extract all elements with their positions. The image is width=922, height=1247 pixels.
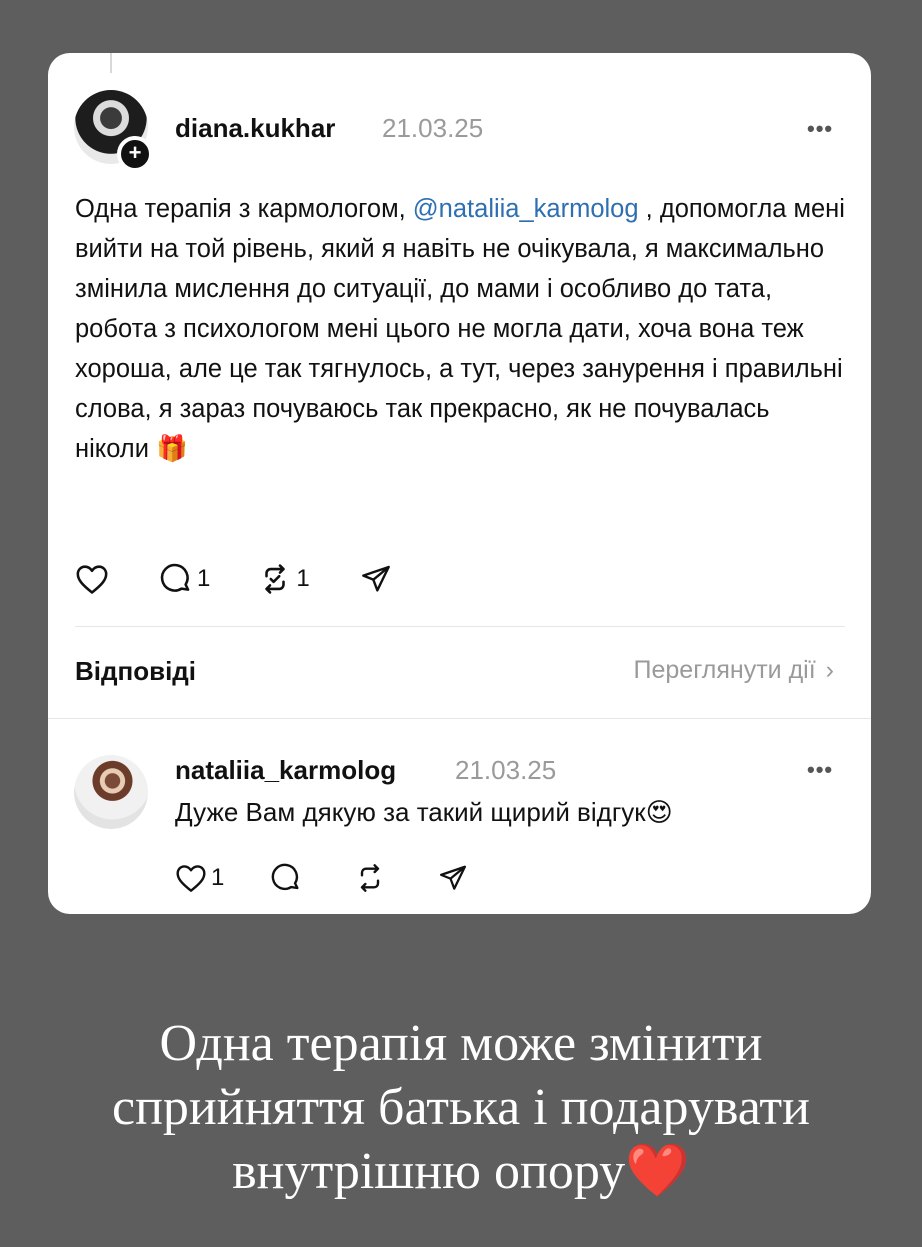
- post-body: Одна терапія з кармологом, @nataliia_kar…: [75, 189, 845, 469]
- divider: [75, 626, 845, 627]
- caption-line-1: Одна терапія може змінити: [159, 1015, 763, 1072]
- like-button[interactable]: [75, 563, 109, 595]
- view-activity-link[interactable]: Переглянути дії ›: [634, 656, 834, 685]
- heart-icon: [76, 565, 108, 594]
- reply-author-avatar[interactable]: [74, 755, 148, 829]
- caption-line-3: внутрішню опору❤️: [232, 1143, 690, 1200]
- repost-icon: [361, 864, 380, 892]
- post-text-intro: Одна терапія з кармологом,: [75, 195, 413, 223]
- heart-icon: [176, 865, 206, 892]
- story-caption: Одна терапія може змінити сприйняття бат…: [0, 1012, 922, 1204]
- reply-author-username[interactable]: nataliia_karmolog: [175, 755, 396, 786]
- comment-icon: [272, 863, 299, 891]
- mention-link[interactable]: @nataliia_karmolog: [413, 195, 639, 223]
- repost-count: 1: [296, 565, 310, 592]
- follow-plus-icon[interactable]: +: [117, 136, 153, 172]
- view-activity-label: Переглянути дії: [633, 656, 816, 684]
- reply-body: Дуже Вам дякую за такий щирий відгук😍: [175, 797, 673, 827]
- more-options-icon[interactable]: •••: [807, 116, 833, 142]
- repost-button[interactable]: 1: [258, 562, 310, 596]
- share-icon: [440, 865, 467, 890]
- reply-share-button[interactable]: [438, 863, 468, 893]
- post-author-username[interactable]: diana.kukhar: [175, 113, 335, 144]
- reply-like-button[interactable]: 1: [175, 863, 224, 893]
- reply-comment-button[interactable]: [270, 862, 302, 894]
- chevron-right-icon: ›: [825, 656, 834, 684]
- replies-heading: Відповіді: [75, 656, 197, 686]
- reply-actions: 1: [175, 862, 512, 894]
- share-icon: [361, 565, 390, 592]
- repost-icon: [265, 564, 286, 594]
- divider: [48, 718, 871, 719]
- comment-button[interactable]: 1: [159, 562, 210, 596]
- post-text-rest: , допомогла мені вийти на той рівень, як…: [75, 195, 845, 463]
- share-button[interactable]: [360, 563, 392, 595]
- reply-date: 21.03.25: [455, 755, 557, 785]
- post-actions: 1 1: [75, 562, 436, 596]
- thread-connector-line: [110, 53, 112, 73]
- comment-icon: [160, 563, 190, 592]
- reply-repost-button[interactable]: [354, 862, 386, 894]
- more-options-icon[interactable]: •••: [807, 757, 833, 783]
- caption-line-2: сприйняття батька і подарувати: [112, 1079, 810, 1136]
- comment-count: 1: [197, 565, 211, 592]
- reply-like-count: 1: [211, 864, 225, 891]
- post-date: 21.03.25: [382, 113, 484, 143]
